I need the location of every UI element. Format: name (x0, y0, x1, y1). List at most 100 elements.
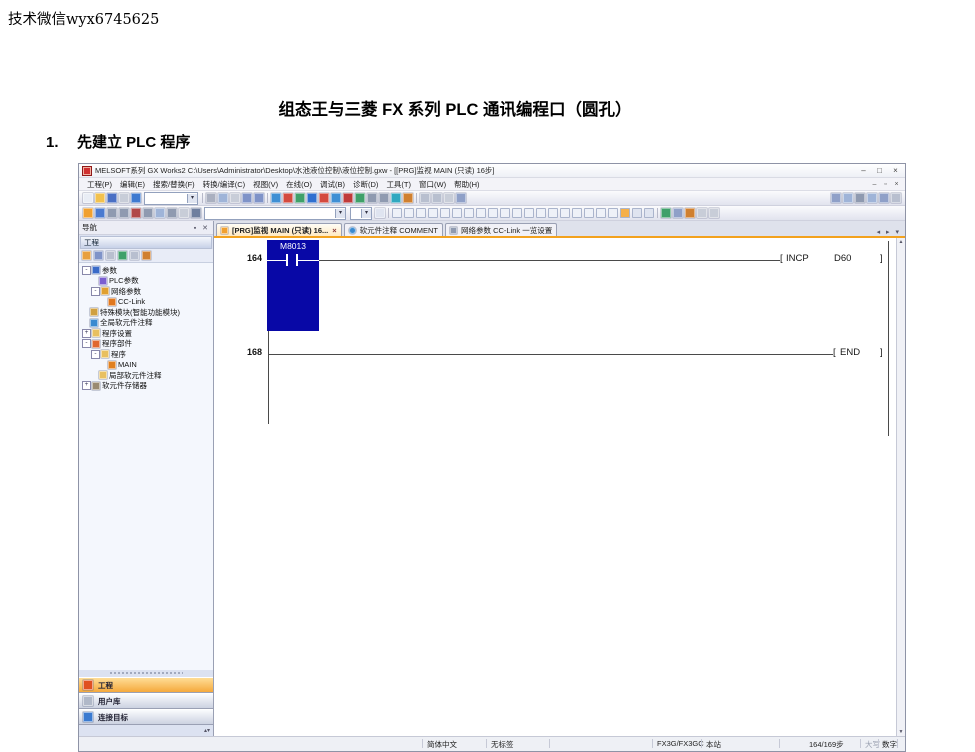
device-display-icon[interactable] (118, 251, 127, 260)
open-project-icon[interactable] (95, 193, 105, 203)
paste-icon[interactable] (230, 193, 240, 203)
vertical-scrollbar[interactable]: ▲ ▼ (896, 238, 905, 736)
menu-edit[interactable]: 编辑(E) (116, 179, 149, 190)
sampling-trace-icon[interactable] (367, 193, 377, 203)
watch-window-icon[interactable] (167, 208, 177, 218)
chevron-down-icon[interactable]: ▾ (361, 209, 371, 218)
project-operation-icon[interactable] (82, 251, 91, 260)
tab-main-program[interactable]: [PRG]监视 MAIN (只读) 16... × (216, 223, 342, 236)
monitor-write-mode-icon[interactable] (319, 193, 329, 203)
refresh-icon[interactable] (130, 251, 139, 260)
ladder-canvas[interactable]: 164 M8013 [ INCP D60 ] 168 [ END ] (214, 238, 905, 736)
panel-pin-close-buttons[interactable]: ▪ ✕ (194, 224, 210, 232)
cross-reference-icon[interactable] (143, 208, 153, 218)
scroll-down-icon[interactable]: ▼ (899, 728, 904, 736)
intelligent-module-icon[interactable] (107, 208, 117, 218)
zoom-icon[interactable] (709, 208, 719, 218)
tab-scroll-arrows[interactable]: ◂ ▸ ▾ (877, 228, 903, 236)
horizontal-line-f9-icon[interactable] (476, 208, 486, 218)
menu-find-replace[interactable]: 搜索/替换(F) (149, 179, 199, 190)
bookmark-next-icon[interactable] (867, 193, 877, 203)
expand-toggle-icon[interactable]: - (82, 266, 91, 275)
spinner-arrows-icon[interactable]: ▴▾ (204, 727, 210, 734)
tree-item-plc-parameter[interactable]: PLC参数 (79, 276, 213, 287)
menu-help[interactable]: 帮助(H) (450, 179, 483, 190)
expand-toggle-icon[interactable]: - (82, 339, 91, 348)
tree-item-network-parameter[interactable]: - 网络参数 (79, 286, 213, 297)
delete-line-icon[interactable] (608, 208, 618, 218)
rising-pulse-icon[interactable] (512, 208, 522, 218)
write-to-plc-icon[interactable] (283, 193, 293, 203)
delete-vertical-icon[interactable] (488, 208, 498, 218)
vertical-line-icon[interactable] (464, 208, 474, 218)
falling-branch-icon[interactable] (548, 208, 558, 218)
device-test-icon[interactable] (355, 193, 365, 203)
statement-display-icon[interactable] (444, 193, 454, 203)
comment-edit-icon[interactable] (661, 208, 671, 218)
close-contact-f6-icon[interactable] (404, 208, 414, 218)
menu-online[interactable]: 在线(O) (282, 179, 316, 190)
application-instruction-f8-icon[interactable] (452, 208, 462, 218)
display-connection-icon[interactable] (697, 208, 707, 218)
expand-toggle-icon[interactable]: + (82, 381, 91, 390)
docking-window-icon[interactable] (420, 193, 430, 203)
parameter-icon[interactable] (95, 208, 105, 218)
undo-icon[interactable] (242, 193, 252, 203)
break-setting-icon[interactable] (403, 193, 413, 203)
sort-icon[interactable] (94, 251, 103, 260)
tree-item-local-comment[interactable]: 局部软元件注释 (79, 370, 213, 381)
device-comment-icon[interactable] (119, 208, 129, 218)
redo-icon[interactable] (254, 193, 264, 203)
nav-button-project[interactable]: 工程 (79, 677, 213, 693)
close-branch-icon[interactable] (428, 208, 438, 218)
menu-project[interactable]: 工程(P) (83, 179, 116, 190)
tab-cclink-setting[interactable]: 网络参数 CC-Link 一览设置 (445, 223, 557, 236)
wiring-mode-icon[interactable] (620, 208, 630, 218)
menu-diagnostics[interactable]: 诊断(D) (349, 179, 382, 190)
find-device-icon[interactable] (191, 208, 201, 218)
tab-close-icon[interactable]: × (332, 226, 336, 235)
window-select-combobox[interactable]: ▾ (144, 192, 198, 205)
program-common-icon[interactable] (83, 208, 93, 218)
new-project-icon[interactable] (83, 193, 93, 203)
bookmark-prev-icon[interactable] (879, 193, 889, 203)
new-window-icon[interactable] (375, 208, 385, 218)
step-execution-icon[interactable] (391, 193, 401, 203)
collapse-all-icon[interactable] (106, 251, 115, 260)
close-button[interactable]: × (889, 166, 902, 176)
expand-toggle-icon[interactable]: - (91, 287, 100, 296)
menu-window[interactable]: 窗口(W) (415, 179, 450, 190)
debug-icon[interactable] (379, 193, 389, 203)
dock-spinner[interactable]: ▴▾ (79, 725, 213, 736)
monitor-mode-icon[interactable] (307, 193, 317, 203)
statement-edit-icon[interactable] (673, 208, 683, 218)
mdi-minimize-button[interactable]: – (870, 181, 879, 188)
nav-button-user-library[interactable]: 用户库 (79, 693, 213, 709)
cut-icon[interactable] (206, 193, 216, 203)
tree-item-global-comment[interactable]: 全局软元件注释 (79, 318, 213, 329)
inline-st-icon[interactable] (584, 208, 594, 218)
menu-debug[interactable]: 调试(B) (316, 179, 349, 190)
device-list-icon[interactable] (155, 208, 165, 218)
read-from-plc-icon[interactable] (271, 193, 281, 203)
note-edit-icon[interactable] (685, 208, 695, 218)
expand-toggle-icon[interactable]: + (82, 329, 91, 338)
nav-button-connection-destination[interactable]: 连接目标 (79, 709, 213, 725)
mdi-close-button[interactable]: × (892, 181, 901, 188)
coil-f7-icon[interactable] (440, 208, 450, 218)
convert-pulse-icon[interactable] (572, 208, 582, 218)
menu-compile[interactable]: 转换/编译(C) (199, 179, 250, 190)
scroll-up-icon[interactable]: ▲ (899, 238, 904, 246)
edit-line-icon[interactable] (596, 208, 606, 218)
verify-icon[interactable] (131, 208, 141, 218)
copy-icon[interactable] (218, 193, 228, 203)
chevron-down-icon[interactable]: ▾ (187, 194, 197, 203)
tree-item-intelligent-module[interactable]: 特殊模块(智能功能模块) (79, 307, 213, 318)
bookmark-clear-icon[interactable] (891, 193, 901, 203)
delete-horizontal-icon[interactable] (500, 208, 510, 218)
line-delete-icon[interactable] (644, 208, 654, 218)
tree-item-cclink[interactable]: CC-Link (79, 297, 213, 308)
project-menu-icon[interactable] (142, 251, 151, 260)
start-monitoring-icon[interactable] (331, 193, 341, 203)
expand-toggle-icon[interactable]: - (91, 350, 100, 359)
